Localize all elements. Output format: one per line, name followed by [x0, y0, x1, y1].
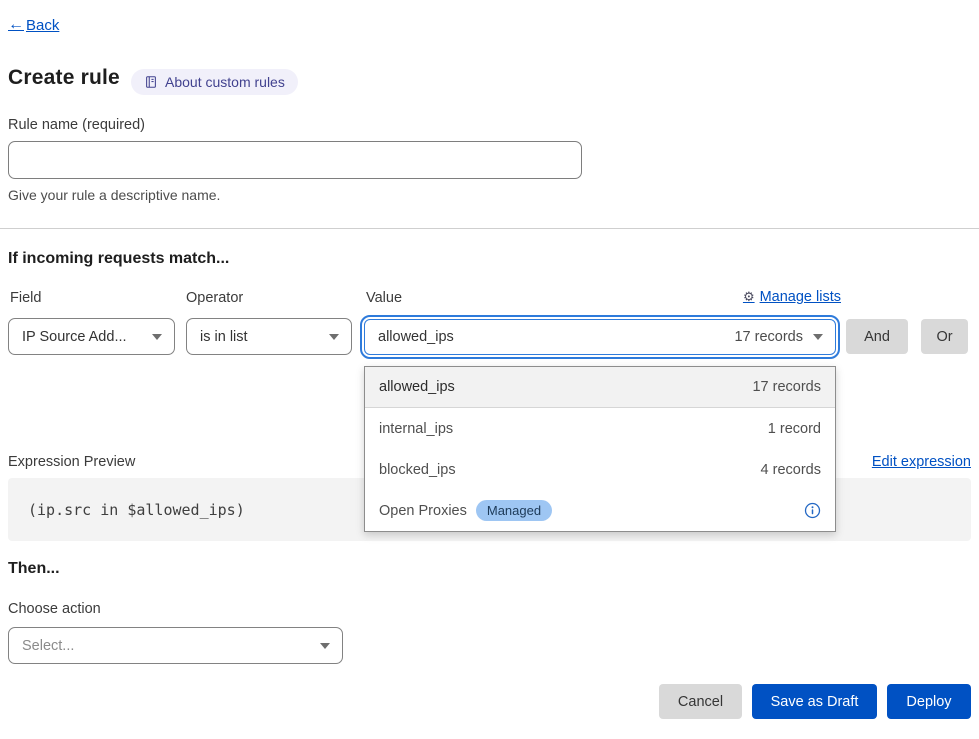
cancel-button[interactable]: Cancel — [659, 684, 742, 719]
info-icon[interactable] — [804, 502, 821, 519]
list-option-name: blocked_ips — [379, 462, 456, 478]
manage-lists-label: Manage lists — [760, 289, 841, 305]
edit-expression-link[interactable]: Edit expression — [872, 454, 971, 470]
expression-preview-label: Expression Preview — [8, 454, 135, 470]
operator-select-value: is in list — [200, 329, 248, 345]
field-label: Field — [10, 290, 41, 306]
expression-code: (ip.src in $allowed_ips) — [28, 501, 245, 519]
list-option-name: internal_ips — [379, 421, 453, 437]
action-select-placeholder: Select... — [22, 638, 74, 654]
then-section-heading: Then... — [8, 560, 60, 578]
or-button[interactable]: Or — [921, 319, 968, 354]
field-select-value: IP Source Add... — [22, 329, 127, 345]
list-option-name: allowed_ips — [379, 379, 455, 395]
action-select[interactable]: Select... — [8, 627, 343, 664]
list-option-record-count: 1 record — [768, 421, 821, 437]
book-icon — [144, 75, 158, 89]
save-as-draft-button[interactable]: Save as Draft — [752, 684, 877, 719]
manage-lists-link[interactable]: ⚙ Manage lists — [743, 289, 841, 305]
list-option-allowed-ips[interactable]: allowed_ips 17 records — [365, 367, 835, 408]
field-select[interactable]: IP Source Add... — [8, 318, 175, 355]
rule-name-helper-text: Give your rule a descriptive name. — [8, 187, 220, 203]
about-custom-rules-label: About custom rules — [165, 74, 285, 90]
value-select-value: allowed_ips — [378, 329, 454, 345]
list-option-name: Open Proxies — [379, 503, 467, 519]
list-option-open-proxies[interactable]: Open Proxies Managed — [365, 490, 835, 531]
about-custom-rules-link[interactable]: About custom rules — [131, 69, 298, 95]
list-option-record-count: 17 records — [752, 379, 821, 395]
list-option-blocked-ips[interactable]: blocked_ips 4 records — [365, 449, 835, 490]
list-option-internal-ips[interactable]: internal_ips 1 record — [365, 408, 835, 449]
page-title: Create rule — [8, 66, 120, 90]
list-option-record-count: 4 records — [761, 462, 821, 478]
value-dropdown-panel: allowed_ips 17 records internal_ips 1 re… — [364, 366, 836, 532]
back-link[interactable]: ← Back — [8, 16, 59, 34]
back-arrow-icon: ← — [8, 16, 24, 34]
rule-name-label: Rule name (required) — [8, 117, 145, 133]
choose-action-label: Choose action — [8, 601, 101, 617]
gear-icon: ⚙ — [743, 290, 755, 305]
deploy-button[interactable]: Deploy — [887, 684, 971, 719]
chevron-down-icon — [320, 643, 330, 649]
rule-name-input[interactable] — [8, 141, 582, 179]
value-select-record-count: 17 records — [734, 329, 803, 345]
match-section-heading: If incoming requests match... — [8, 250, 229, 268]
value-label: Value — [366, 290, 402, 306]
operator-select[interactable]: is in list — [186, 318, 352, 355]
chevron-down-icon — [813, 334, 823, 340]
and-button[interactable]: And — [846, 319, 908, 354]
operator-label: Operator — [186, 290, 243, 306]
chevron-down-icon — [329, 334, 339, 340]
chevron-down-icon — [152, 334, 162, 340]
section-divider — [0, 228, 979, 229]
back-link-label: Back — [26, 17, 59, 34]
value-select[interactable]: allowed_ips 17 records — [364, 319, 836, 355]
managed-badge: Managed — [476, 500, 552, 521]
